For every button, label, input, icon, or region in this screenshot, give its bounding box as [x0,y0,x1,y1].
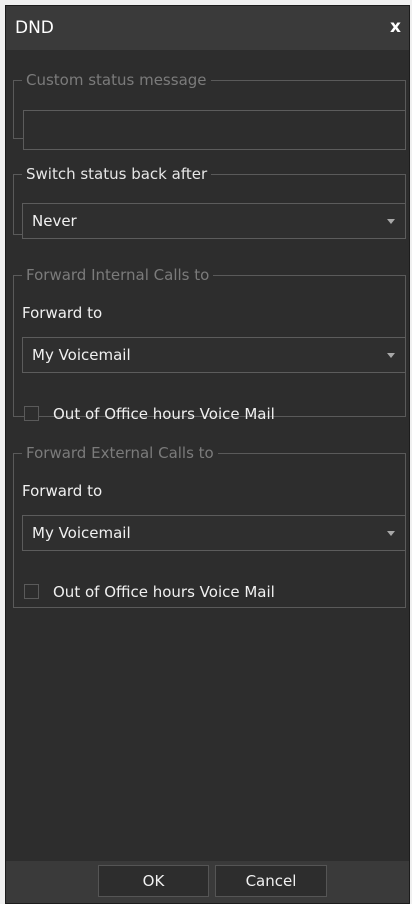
close-icon[interactable]: x [390,17,401,37]
custom-status-input[interactable] [23,110,406,150]
cancel-button[interactable]: Cancel [215,865,327,897]
forward-internal-section: Forward Internal Calls to Forward to My … [13,266,406,423]
switch-status-section: Switch status back after Never [13,165,406,239]
chevron-down-icon [387,219,395,224]
dnd-dialog: DND x Custom status message Switch statu… [5,5,410,904]
forward-external-select[interactable]: My Voicemail [22,515,406,551]
forward-internal-voicemail-label: Out of Office hours Voice Mail [53,405,275,423]
switch-status-legend: Switch status back after [26,165,208,183]
title-bar: DND x [6,6,409,50]
ok-button[interactable]: OK [98,865,209,897]
custom-status-section: Custom status message [13,71,406,150]
forward-internal-legend: Forward Internal Calls to [26,266,210,284]
forward-external-voicemail-checkbox[interactable] [24,584,39,599]
chevron-down-icon [387,353,395,358]
forward-external-label: Forward to [22,482,103,500]
forward-external-voicemail-label: Out of Office hours Voice Mail [53,583,275,601]
chevron-down-icon [387,531,395,536]
switch-status-select[interactable]: Never [22,203,406,239]
forward-external-value: My Voicemail [32,524,131,542]
forward-external-legend: Forward External Calls to [26,444,214,462]
custom-status-legend: Custom status message [26,71,207,89]
forward-internal-voicemail-checkbox[interactable] [24,406,39,421]
dialog-footer: OK Cancel [6,861,409,903]
forward-external-section: Forward External Calls to Forward to My … [13,444,406,608]
forward-internal-select[interactable]: My Voicemail [22,337,406,373]
forward-internal-value: My Voicemail [32,346,131,364]
switch-status-value: Never [32,212,77,230]
dialog-title: DND [15,18,54,38]
forward-internal-label: Forward to [22,304,103,322]
